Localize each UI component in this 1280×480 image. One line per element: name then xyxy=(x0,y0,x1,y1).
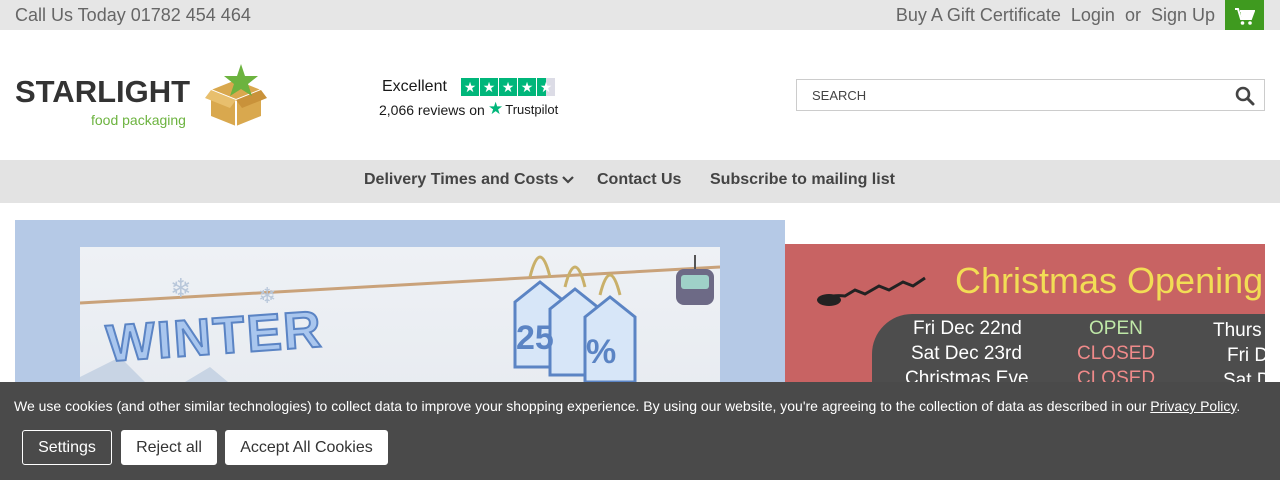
cookie-consent-bar: We use cookies (and other similar techno… xyxy=(0,382,1280,480)
gift-certificate-link[interactable]: Buy A Gift Certificate xyxy=(896,5,1061,26)
or-separator: or xyxy=(1124,5,1141,25)
opening-status: CLOSED xyxy=(1077,343,1156,364)
account-links: Buy A Gift Certificate Login or Sign Up xyxy=(896,5,1215,26)
trustpilot-rating-word: Excellent xyxy=(382,78,447,95)
cookie-message-text: We use cookies (and other similar techno… xyxy=(14,398,1147,414)
logo-subtitle: food packaging xyxy=(91,112,186,128)
nav-item-delivery[interactable]: Delivery Times and Costs xyxy=(364,171,575,189)
cable-car-icon xyxy=(676,255,714,305)
opening-day: Sat Dec 23rd xyxy=(911,343,1022,364)
cookie-message: We use cookies (and other similar techno… xyxy=(14,398,1240,414)
half-star-icon: ★ xyxy=(537,78,555,96)
signup-link[interactable]: Sign Up xyxy=(1151,5,1215,26)
trustpilot-stars: ★ ★ ★ ★ ★ xyxy=(461,78,555,96)
search-icon[interactable] xyxy=(1235,86,1255,106)
star-icon: ★ xyxy=(461,78,479,96)
trustpilot-star-icon: ★ xyxy=(488,99,504,118)
discount-tag-percent: % xyxy=(586,333,617,371)
svg-text:❄: ❄ xyxy=(170,274,192,304)
star-icon: ★ xyxy=(480,78,498,96)
accept-all-cookies-button[interactable]: Accept All Cookies xyxy=(225,430,388,465)
cart-button[interactable] xyxy=(1225,0,1264,34)
top-bar: Call Us Today 01782 454 464 Buy A Gift C… xyxy=(0,0,1280,30)
star-box-icon xyxy=(205,64,267,126)
reject-all-button[interactable]: Reject all xyxy=(121,430,217,465)
site-header: STARLIGHT food packaging Excellent ★ ★ ★… xyxy=(0,30,1280,160)
main-nav: Delivery Times and Costs Contact Us Subs… xyxy=(0,160,1280,203)
discount-tag-digits: 25 xyxy=(516,319,554,357)
trustpilot-brand-label: Trustpilot xyxy=(505,101,559,117)
login-link[interactable]: Login xyxy=(1071,5,1115,26)
chevron-down-icon xyxy=(562,175,575,184)
privacy-policy-link[interactable]: Privacy Policy xyxy=(1150,398,1236,414)
star-icon: ★ xyxy=(518,78,536,96)
nav-item-label: Delivery Times and Costs xyxy=(364,171,559,188)
search-input[interactable] xyxy=(797,80,1227,110)
cookie-message-period: . xyxy=(1236,398,1241,414)
trustpilot-brand: ★ Trustpilot xyxy=(488,99,558,119)
star-icon: ★ xyxy=(499,78,517,96)
opening-day: Fri D xyxy=(1227,345,1265,366)
cookie-settings-button[interactable]: Settings xyxy=(22,430,112,465)
santa-sleigh-icon xyxy=(817,276,926,306)
nav-item-subscribe[interactable]: Subscribe to mailing list xyxy=(710,171,895,189)
trustpilot-review-count: 2,066 reviews on xyxy=(379,102,485,118)
nav-item-contact[interactable]: Contact Us xyxy=(597,171,681,189)
opening-status: OPEN xyxy=(1089,318,1143,339)
site-logo[interactable]: STARLIGHT food packaging xyxy=(15,64,270,130)
search-box xyxy=(796,79,1265,111)
christmas-opening-title: Christmas Opening xyxy=(955,260,1264,301)
shopping-cart-icon xyxy=(1234,8,1255,25)
logo-brand-text: STARLIGHT xyxy=(15,74,191,109)
phone-number[interactable]: Call Us Today 01782 454 464 xyxy=(15,5,251,26)
opening-day: Fri Dec 22nd xyxy=(913,318,1022,339)
opening-day: Thurs xyxy=(1213,320,1262,341)
